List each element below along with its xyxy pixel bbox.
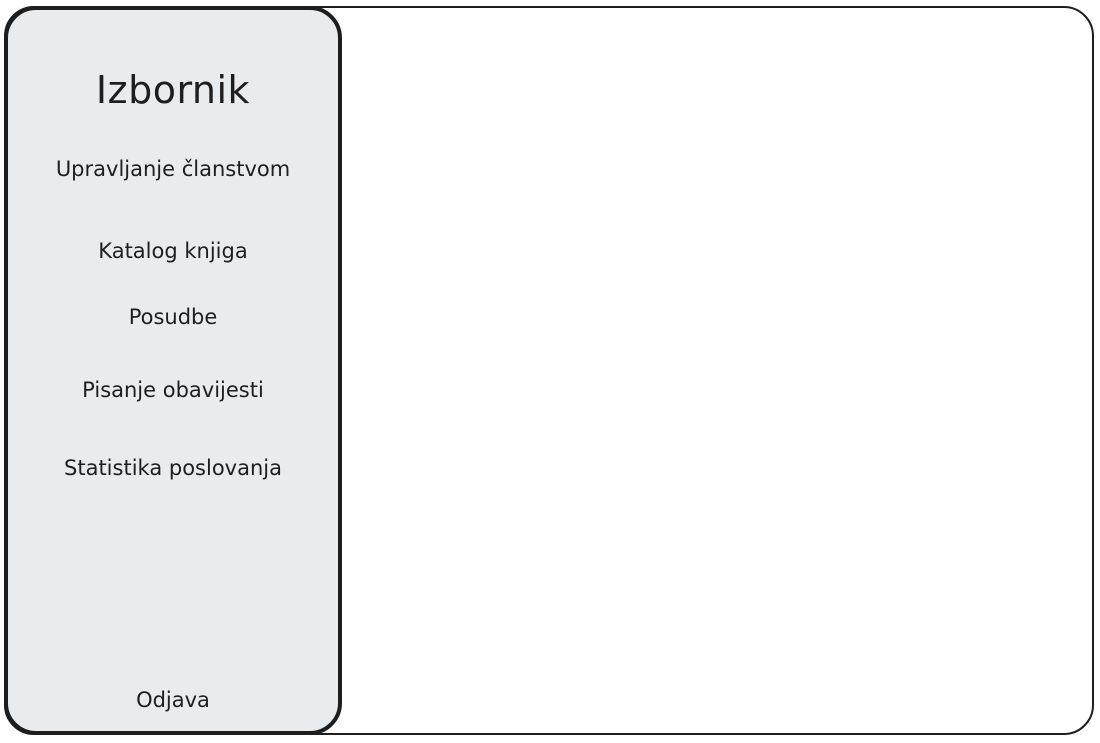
logout-button[interactable]: Odjava xyxy=(8,688,338,712)
menu-title: Izbornik xyxy=(95,68,251,112)
main-content-area xyxy=(346,10,1088,730)
menu-item-book-catalog[interactable]: Katalog knjiga xyxy=(8,239,338,263)
menu-item-membership-management[interactable]: Upravljanje članstvom xyxy=(8,157,338,181)
menu-item-loans[interactable]: Posudbe xyxy=(8,305,338,329)
menu-item-business-statistics[interactable]: Statistika poslovanja xyxy=(8,456,338,480)
menu-item-write-notices[interactable]: Pisanje obavijesti xyxy=(8,378,338,402)
sidebar-menu: Izbornik Upravljanje članstvom Katalog k… xyxy=(4,6,342,735)
